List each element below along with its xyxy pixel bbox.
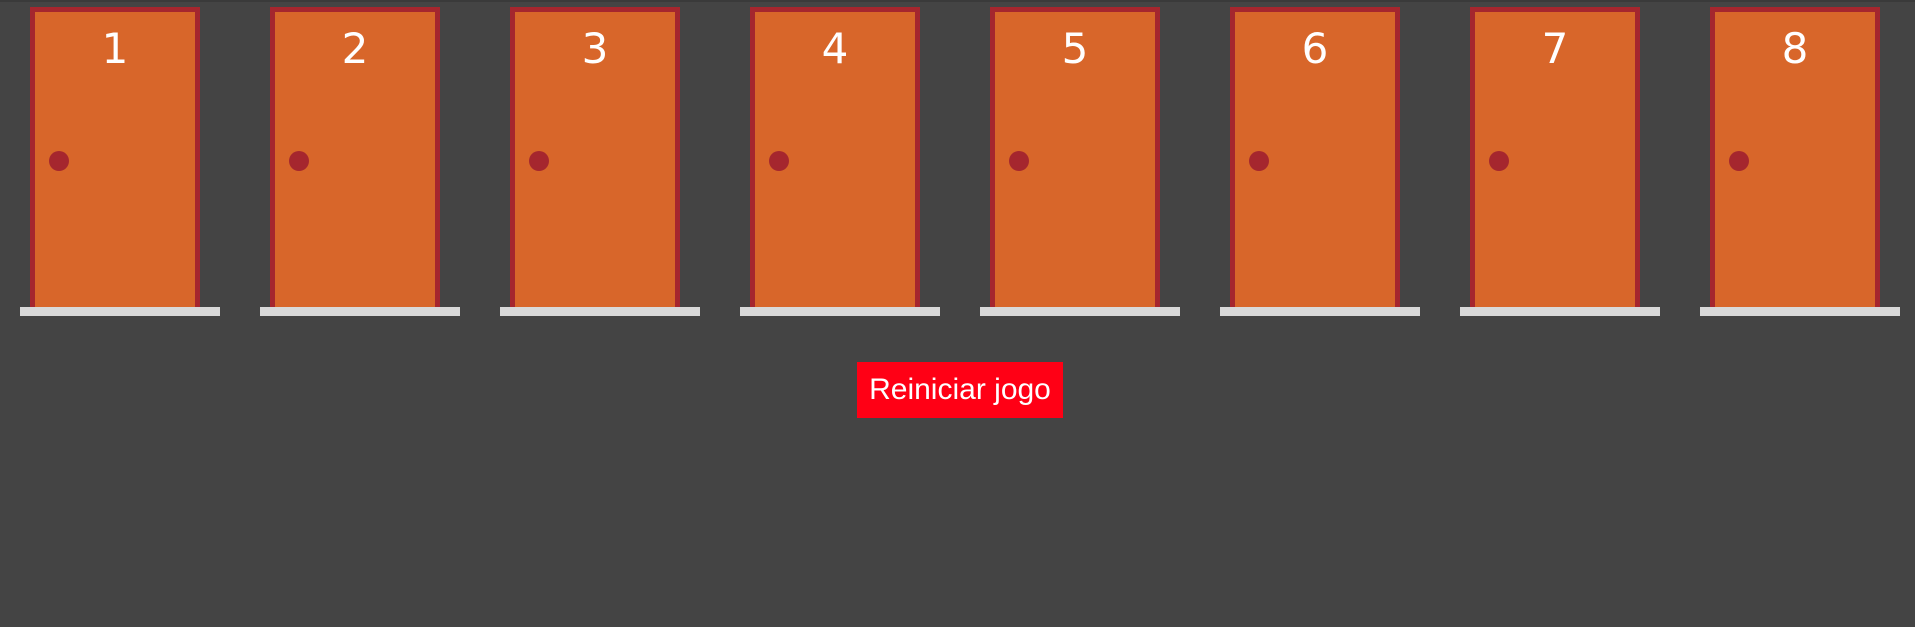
- door-threshold: [1460, 307, 1660, 316]
- door-knob-icon: [289, 151, 309, 171]
- door-threshold: [980, 307, 1180, 316]
- door-number: 4: [821, 24, 849, 73]
- door-1[interactable]: 1: [30, 7, 200, 307]
- door-number: 2: [341, 24, 369, 73]
- restart-game-button[interactable]: Reiniciar jogo: [857, 362, 1063, 418]
- door-4[interactable]: 4: [750, 7, 920, 307]
- door-threshold: [1700, 307, 1900, 316]
- door-knob-icon: [1489, 151, 1509, 171]
- door-slot-1: 1: [0, 0, 240, 320]
- door-number: 5: [1061, 24, 1089, 73]
- doors-row: 1 2 3 4 5 6 7 8: [0, 0, 1915, 320]
- door-3[interactable]: 3: [510, 7, 680, 307]
- door-slot-8: 8: [1680, 0, 1915, 320]
- door-7[interactable]: 7: [1470, 7, 1640, 307]
- door-threshold: [500, 307, 700, 316]
- door-threshold: [20, 307, 220, 316]
- door-threshold: [1220, 307, 1420, 316]
- door-2[interactable]: 2: [270, 7, 440, 307]
- door-number: 1: [101, 24, 129, 73]
- door-slot-3: 3: [480, 0, 720, 320]
- door-threshold: [740, 307, 940, 316]
- door-knob-icon: [1729, 151, 1749, 171]
- door-slot-4: 4: [720, 0, 960, 320]
- door-knob-icon: [1009, 151, 1029, 171]
- door-knob-icon: [529, 151, 549, 171]
- door-knob-icon: [769, 151, 789, 171]
- door-number: 8: [1781, 24, 1809, 73]
- door-slot-6: 6: [1200, 0, 1440, 320]
- door-number: 7: [1541, 24, 1569, 73]
- door-slot-2: 2: [240, 0, 480, 320]
- door-number: 6: [1301, 24, 1329, 73]
- door-slot-5: 5: [960, 0, 1200, 320]
- door-6[interactable]: 6: [1230, 7, 1400, 307]
- door-slot-7: 7: [1440, 0, 1680, 320]
- door-threshold: [260, 307, 460, 316]
- door-5[interactable]: 5: [990, 7, 1160, 307]
- door-knob-icon: [1249, 151, 1269, 171]
- door-8[interactable]: 8: [1710, 7, 1880, 307]
- door-number: 3: [581, 24, 609, 73]
- door-knob-icon: [49, 151, 69, 171]
